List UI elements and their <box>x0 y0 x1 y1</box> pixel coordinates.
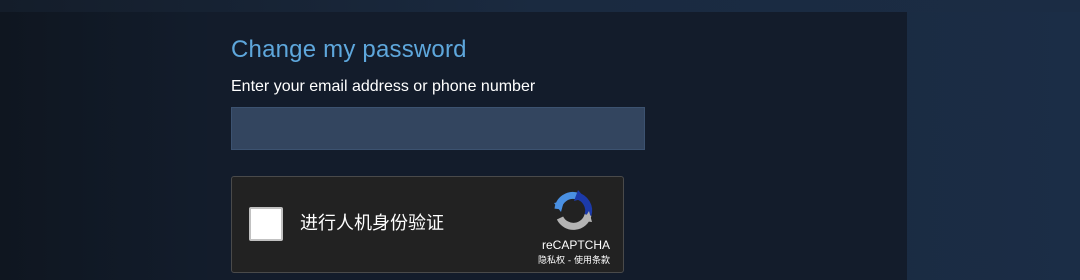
privacy-link[interactable]: 隐私权 <box>538 256 565 266</box>
terms-link[interactable]: 使用条款 <box>574 256 610 266</box>
links-separator: - <box>565 256 574 266</box>
recaptcha-brand: reCAPTCHA <box>541 238 610 252</box>
recaptcha-logo-icon <box>554 190 593 230</box>
recaptcha-checkbox[interactable] <box>249 207 283 241</box>
recaptcha-links: 隐私权 - 使用条款 <box>538 255 610 267</box>
email-field-label: Enter your email address or phone number <box>231 78 536 95</box>
page-title: Change my password <box>231 36 467 63</box>
recaptcha-checkbox-label: 进行人机身份验证 <box>300 213 444 234</box>
email-or-phone-input[interactable] <box>231 107 645 150</box>
page-top-strip <box>0 0 1080 12</box>
recaptcha-widget: 进行人机身份验证 reCAPTCHA 隐私权 - 使用条款 <box>231 176 624 273</box>
